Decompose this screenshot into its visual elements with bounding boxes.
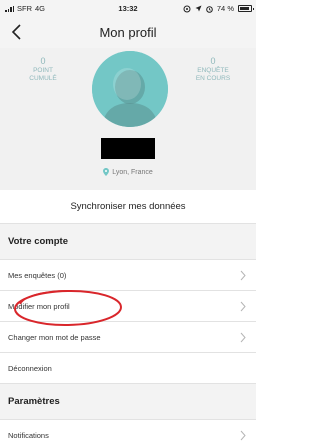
chevron-right-icon: [240, 332, 246, 343]
points-label-line2: CUMULÉ: [29, 75, 57, 82]
menu-item-label: Déconnexion: [8, 364, 52, 373]
status-bar: SFR 4G 13:32 74 %: [0, 0, 256, 18]
navigation-arrow-icon: [195, 5, 202, 12]
menu-item-edit-profile[interactable]: Modifier mon profil: [0, 291, 256, 322]
profile-header: 0 POINT CUMULÉ 0 ENQUÊTE EN COURS Lyon, …: [0, 48, 256, 190]
menu-item-label: Changer mon mot de passe: [8, 333, 101, 342]
navigation-bar: Mon profil: [0, 18, 256, 48]
surveys-label-line2: EN COURS: [195, 75, 231, 82]
surveys-label-line1: ENQUÊTE: [197, 67, 229, 74]
location: Lyon, France: [0, 168, 256, 176]
settings-section-header: Paramètres: [0, 384, 256, 420]
account-section-header: Votre compte: [0, 224, 256, 260]
menu-item-label: Modifier mon profil: [8, 302, 70, 311]
points-label-line1: POINT: [33, 67, 53, 74]
user-silhouette-icon: [92, 51, 168, 127]
points-value: 0: [40, 56, 46, 66]
status-right: 74 %: [183, 4, 254, 13]
page-title: Mon profil: [99, 25, 157, 40]
location-label: Lyon, France: [112, 168, 153, 176]
location-services-icon: [183, 5, 191, 12]
points-stat: 0 POINT CUMULÉ: [8, 56, 78, 83]
chevron-right-icon: [240, 270, 246, 281]
menu-item-change-password[interactable]: Changer mon mot de passe: [0, 322, 256, 353]
menu-item-label: Notifications: [8, 431, 49, 440]
alarm-icon: [206, 5, 213, 13]
battery-percent: 74 %: [216, 4, 234, 13]
map-pin-icon: [103, 168, 110, 176]
sync-data-button[interactable]: Synchroniser mes données: [0, 190, 256, 224]
surveys-stat: 0 ENQUÊTE EN COURS: [178, 56, 248, 83]
surveys-value: 0: [210, 56, 216, 66]
avatar[interactable]: [92, 51, 168, 127]
redacted-name: [101, 138, 155, 159]
chevron-right-icon: [240, 301, 246, 312]
menu-item-my-surveys[interactable]: Mes enquêtes (0): [0, 260, 256, 291]
battery-icon: [238, 5, 254, 12]
menu-item-label: Mes enquêtes (0): [8, 271, 67, 280]
chevron-right-icon: [240, 430, 246, 441]
menu-item-logout[interactable]: Déconnexion: [0, 353, 256, 384]
menu-item-notifications[interactable]: Notifications: [0, 420, 256, 448]
